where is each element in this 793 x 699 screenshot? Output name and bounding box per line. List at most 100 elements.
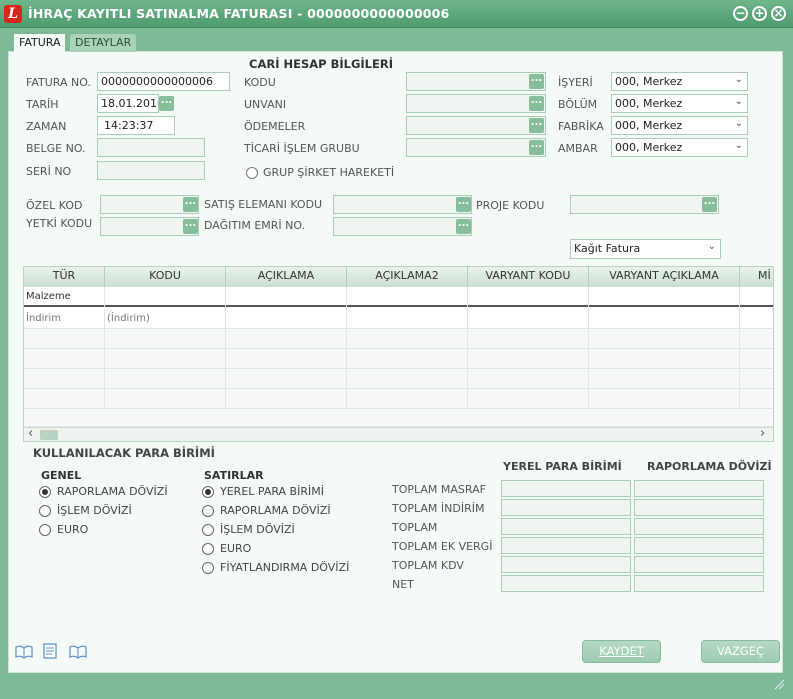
grup-checkbox[interactable] — [246, 167, 258, 179]
dagitim-lookup-button[interactable]: ... — [456, 219, 471, 234]
date-picker-button[interactable]: ... — [159, 96, 174, 111]
table-cell[interactable] — [468, 389, 589, 409]
table-cell[interactable] — [589, 287, 740, 307]
table-cell[interactable] — [226, 349, 347, 369]
total-yerel-field[interactable] — [501, 518, 631, 535]
table-cell[interactable] — [24, 329, 105, 349]
table-cell[interactable] — [468, 349, 589, 369]
lines-grid[interactable]: TÜR KODU AÇIKLAMA AÇIKLAMA2 VARYANT KODU… — [23, 266, 774, 442]
scroll-thumb[interactable] — [40, 430, 58, 440]
satir-radio-euro[interactable] — [202, 543, 214, 555]
proje-kodu-field[interactable] — [570, 195, 719, 214]
tarih-field[interactable]: 18.01.2016 — [97, 94, 159, 113]
column-header[interactable]: AÇIKLAMA — [226, 267, 347, 287]
book-icon[interactable] — [15, 645, 33, 662]
table-cell[interactable] — [468, 309, 589, 329]
column-header[interactable]: Mİ — [740, 267, 773, 287]
cancel-button[interactable]: VAZGEÇ — [701, 640, 780, 663]
horizontal-scrollbar[interactable]: ‹ › — [24, 426, 773, 441]
table-cell[interactable] — [347, 309, 468, 329]
total-yerel-field[interactable] — [501, 537, 631, 554]
genel-radio-islem[interactable] — [39, 505, 51, 517]
table-cell[interactable] — [226, 389, 347, 409]
table-cell[interactable] — [740, 369, 773, 389]
table-cell[interactable] — [105, 287, 226, 307]
table-row[interactable]: Malzeme — [24, 287, 773, 307]
table-cell[interactable]: Malzeme — [24, 287, 105, 307]
table-cell[interactable] — [589, 349, 740, 369]
yetki-kodu-lookup-button[interactable]: ... — [183, 219, 198, 234]
resize-grip-icon[interactable] — [773, 678, 785, 693]
table-cell[interactable] — [347, 349, 468, 369]
table-cell[interactable] — [105, 349, 226, 369]
belge-no-field[interactable] — [97, 138, 205, 157]
ticari-field[interactable] — [406, 138, 546, 157]
table-cell[interactable]: İndirim — [24, 309, 105, 329]
table-cell[interactable] — [226, 287, 347, 307]
unvani-field[interactable] — [406, 94, 546, 113]
table-cell[interactable] — [740, 329, 773, 349]
table-cell[interactable] — [105, 329, 226, 349]
table-row[interactable]: İndirim (İndirim) — [24, 309, 773, 329]
tab-fatura[interactable]: FATURA — [14, 34, 66, 52]
column-header[interactable]: VARYANT AÇIKLAMA — [589, 267, 740, 287]
fatura-tipi-select[interactable]: Kağıt Fatura ⌄ — [570, 239, 721, 259]
table-row[interactable] — [24, 389, 773, 409]
ozel-kod-lookup-button[interactable]: ... — [183, 197, 198, 212]
total-raporlama-field[interactable] — [634, 518, 764, 535]
table-row[interactable] — [24, 349, 773, 369]
column-header[interactable]: AÇIKLAMA2 — [347, 267, 468, 287]
satir-radio-raporlama[interactable] — [202, 505, 214, 517]
close-icon[interactable]: × — [771, 6, 786, 21]
fabrika-select[interactable]: 000, Merkez ⌄ — [611, 116, 748, 135]
table-row[interactable] — [24, 329, 773, 349]
table-cell[interactable] — [589, 329, 740, 349]
proje-kodu-lookup-button[interactable]: ... — [702, 197, 717, 212]
save-button[interactable]: KAYDET — [582, 640, 661, 663]
table-cell[interactable] — [468, 369, 589, 389]
dagitim-field[interactable] — [333, 217, 472, 236]
isyeri-select[interactable]: 000, Merkez ⌄ — [611, 72, 748, 91]
total-yerel-field[interactable] — [501, 556, 631, 573]
table-cell[interactable] — [740, 309, 773, 329]
table-cell[interactable] — [589, 309, 740, 329]
scroll-right-icon[interactable]: › — [760, 426, 765, 441]
satis-elemani-field[interactable] — [333, 195, 472, 214]
table-cell[interactable] — [740, 287, 773, 307]
table-cell[interactable] — [24, 369, 105, 389]
seri-no-field[interactable] — [97, 161, 205, 180]
total-raporlama-field[interactable] — [634, 499, 764, 516]
table-cell[interactable] — [347, 329, 468, 349]
column-header[interactable]: VARYANT KODU — [468, 267, 589, 287]
table-row[interactable] — [24, 369, 773, 389]
unvani-lookup-button[interactable]: ... — [529, 96, 544, 111]
total-raporlama-field[interactable] — [634, 556, 764, 573]
satir-radio-yerel[interactable] — [202, 486, 214, 498]
total-yerel-field[interactable] — [501, 575, 631, 592]
maximize-icon[interactable]: + — [752, 6, 767, 21]
table-cell[interactable] — [347, 389, 468, 409]
document-icon[interactable] — [43, 643, 57, 662]
table-cell[interactable]: (İndirim) — [105, 309, 226, 329]
table-cell[interactable] — [740, 349, 773, 369]
fatura-no-field[interactable]: 0000000000000006 — [97, 72, 230, 91]
total-raporlama-field[interactable] — [634, 537, 764, 554]
book-open-icon[interactable] — [69, 645, 87, 662]
table-cell[interactable] — [24, 389, 105, 409]
scroll-left-icon[interactable]: ‹ — [28, 426, 33, 441]
satis-elemani-lookup-button[interactable]: ... — [456, 197, 471, 212]
ticari-lookup-button[interactable]: ... — [529, 140, 544, 155]
satir-radio-islem[interactable] — [202, 524, 214, 536]
table-cell[interactable] — [226, 309, 347, 329]
odemeler-field[interactable] — [406, 116, 546, 135]
cari-kodu-field[interactable] — [406, 72, 546, 91]
total-raporlama-field[interactable] — [634, 480, 764, 497]
total-yerel-field[interactable] — [501, 499, 631, 516]
table-cell[interactable] — [589, 369, 740, 389]
table-cell[interactable] — [589, 389, 740, 409]
table-cell[interactable] — [105, 369, 226, 389]
bolum-select[interactable]: 000, Merkez ⌄ — [611, 94, 748, 113]
minimize-icon[interactable]: − — [733, 6, 748, 21]
table-cell[interactable] — [468, 329, 589, 349]
table-cell[interactable] — [347, 287, 468, 307]
